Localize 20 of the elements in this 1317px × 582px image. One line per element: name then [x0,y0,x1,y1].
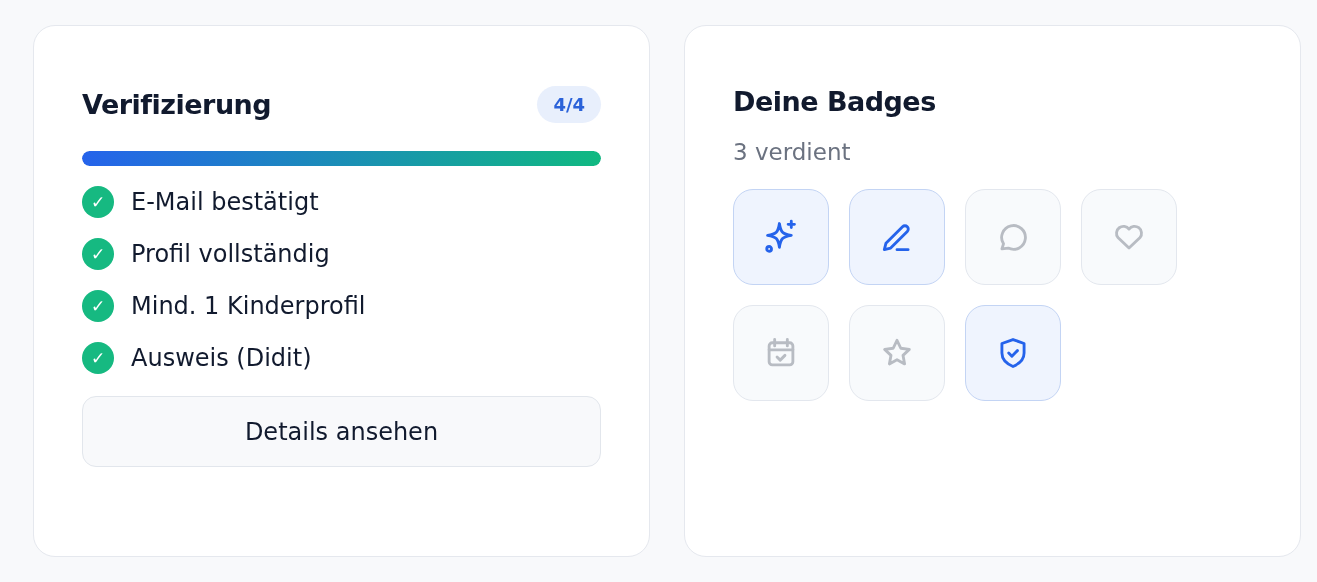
check-icon: ✓ [82,238,114,270]
badge-count: 3 verdient [733,139,852,165]
checklist-item: Mind. 1 Kinderprofil [131,292,366,320]
badge-tile[interactable] [1081,189,1177,285]
progress-count: 4/4 [537,86,601,123]
badge-tile[interactable] [965,305,1061,401]
check-icon: ✓ [82,290,114,322]
badge-tile[interactable] [849,189,945,285]
check-icon: ✓ [82,342,114,374]
badge-tile[interactable] [733,305,829,401]
check-icon: ✓ [82,186,114,218]
badge-tile[interactable] [733,189,829,285]
card-title: Verifizierung [82,89,272,120]
checklist-item: E-Mail bestätigt [131,188,319,216]
details-button[interactable]: Details ansehen [82,396,601,467]
badge-tile[interactable] [965,189,1061,285]
checklist-item: Ausweis (Didit) [131,344,312,372]
card-title: Deine Badges [733,86,937,117]
checklist-item: Profil vollständig [131,240,330,268]
badge-tile[interactable] [849,305,945,401]
